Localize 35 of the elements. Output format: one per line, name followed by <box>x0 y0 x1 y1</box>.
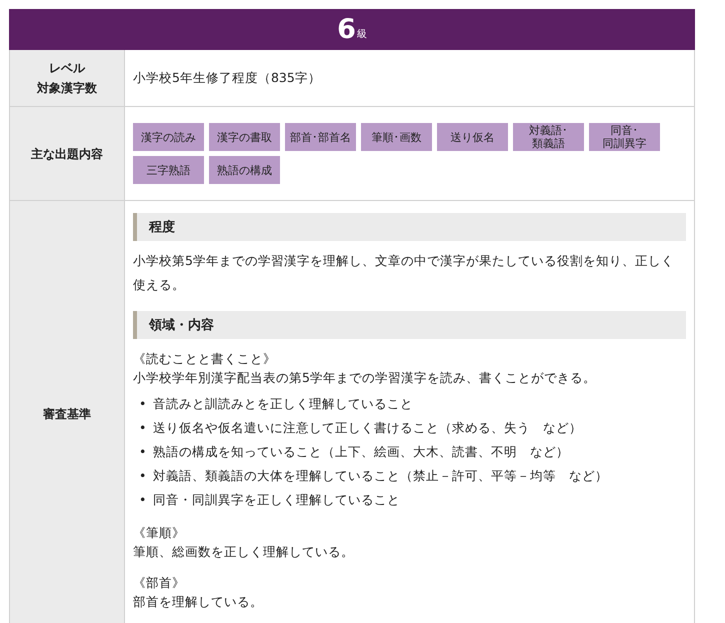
row-label: 主な出題内容 <box>31 146 103 162</box>
list-item: 送り仮名や仮名遣いに注意して正しく書けること（求める、失う など） <box>153 418 582 436</box>
description-text: 筆順、総画数を正しく理解している。 <box>133 543 355 561</box>
bullet: • <box>139 396 148 410</box>
section-heading: 程度 <box>133 213 686 241</box>
row-label: レベル <box>49 60 85 77</box>
topic-tag: 筆順･画数 <box>361 123 432 151</box>
subsection-title: 《部首》 <box>133 574 186 592</box>
topic-tag: 同音･ 同訓異字 <box>589 123 660 151</box>
section-heading: 領域・内容 <box>133 311 686 339</box>
subsection-title: 《読むことと書くこと》 <box>133 350 277 368</box>
description-text: 小学校学年別漢字配当表の第5学年までの学習漢字を読み、書くことができる。 <box>133 369 597 387</box>
topic-tag: 三字熟語 <box>133 156 204 184</box>
subsection-title: 《筆順》 <box>133 524 186 542</box>
list-item: 熟語の構成を知っていること（上下、絵画、大木、読書、不明 など） <box>153 442 569 460</box>
list-item: 対義語、類義語の大体を理解していること（禁止－許可、平等－均等 など） <box>153 466 608 484</box>
list-item: 音読みと訓読みとを正しく理解していること <box>153 394 413 412</box>
topic-tag: 送り仮名 <box>437 123 508 151</box>
grade-unit: 級 <box>356 28 367 41</box>
bullet: • <box>139 444 148 458</box>
bullet: • <box>139 468 148 482</box>
grade-number: 6 <box>337 14 356 45</box>
bullet: • <box>139 420 148 434</box>
list-item: 同音・同訓異字を正しく理解していること <box>153 490 400 508</box>
paragraph: 小学校第5学年までの学習漢字を理解し、文章の中で漢字が果たしている役割を知り、正しく使える。 <box>133 252 675 294</box>
row-label: 対象漢字数 <box>37 80 97 97</box>
bullet: • <box>139 492 148 506</box>
topic-tag: 部首･部首名 <box>285 123 356 151</box>
row-label: 審査基準 <box>43 406 91 423</box>
level-value: 小学校5年生修了程度（835字） <box>133 70 321 86</box>
description-text: 部首を理解している。 <box>133 593 264 611</box>
topic-tag: 対義語･ 類義語 <box>513 123 584 151</box>
topic-tag: 漢字の書取 <box>209 123 280 151</box>
topic-tag: 漢字の読み <box>133 123 204 151</box>
topic-tag: 熟語の構成 <box>209 156 280 184</box>
